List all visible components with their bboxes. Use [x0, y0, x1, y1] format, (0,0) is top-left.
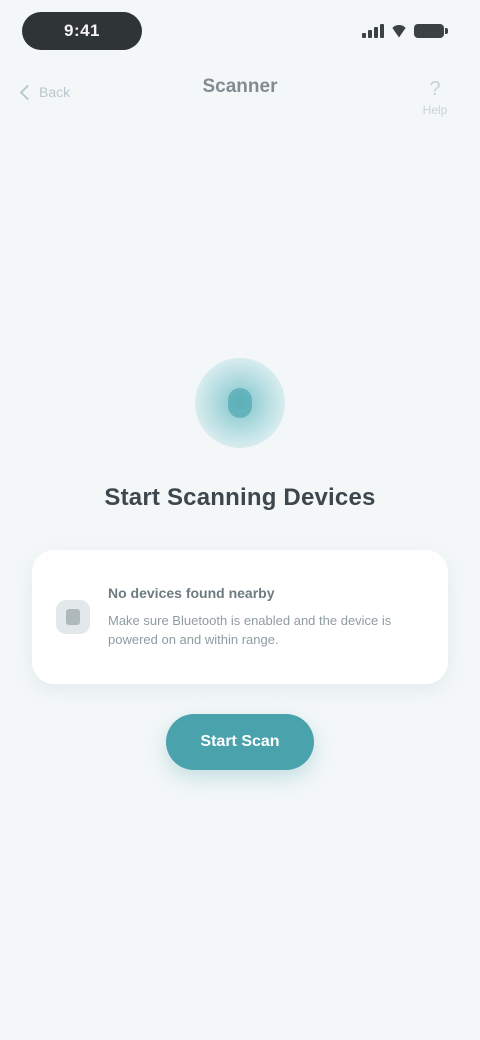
status-bar: 9:41 — [0, 0, 480, 62]
help-button[interactable]: ? Help — [400, 70, 470, 126]
info-body: Make sure Bluetooth is enabled and the d… — [108, 613, 392, 647]
help-label: Help — [422, 103, 448, 117]
signal-icon — [362, 24, 384, 38]
battery-icon — [414, 24, 448, 38]
start-scan-button[interactable]: Start Scan — [166, 714, 314, 770]
info-card: No devices found nearby Make sure Blueto… — [32, 550, 448, 684]
info-icon — [56, 600, 90, 634]
bluetooth-scan-icon — [195, 358, 285, 448]
info-text: No devices found nearby Make sure Blueto… — [108, 585, 420, 649]
help-icon: ? — [429, 78, 441, 100]
app-screen: 9:41 Back Scanner ? Help Start Scanning … — [0, 0, 480, 1040]
info-heading: No devices found nearby — [108, 585, 275, 601]
navigation-bar: Back Scanner ? Help — [0, 62, 480, 130]
status-icons — [362, 20, 448, 42]
empty-state-title: Start Scanning Devices — [104, 484, 376, 511]
wifi-icon — [390, 25, 408, 38]
status-time: 9:41 — [22, 12, 142, 50]
